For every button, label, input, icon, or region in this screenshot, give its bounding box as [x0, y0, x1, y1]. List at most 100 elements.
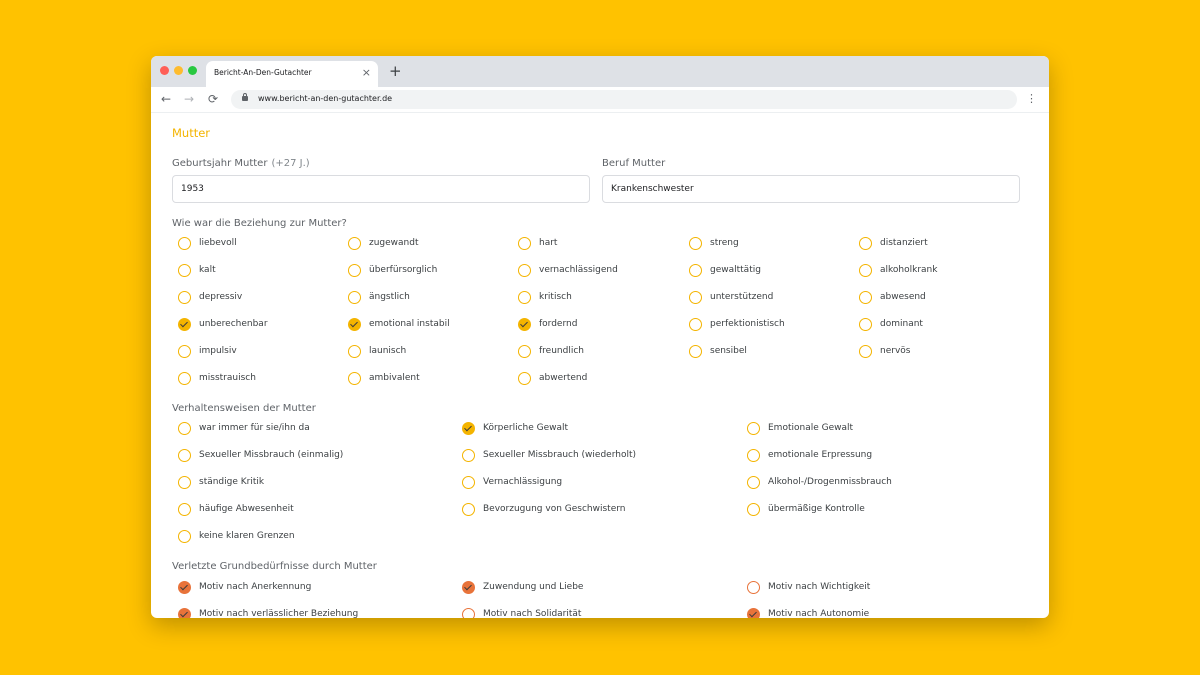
checkbox-icon[interactable] [689, 345, 702, 358]
checkbox-icon[interactable] [689, 264, 702, 277]
checkbox-icon[interactable] [462, 476, 475, 489]
checkbox-icon[interactable] [462, 449, 475, 462]
relationship-label: Wie war die Beziehung zur Mutter? [172, 218, 347, 229]
checkbox-icon[interactable] [462, 608, 475, 618]
checkbox-icon[interactable] [518, 372, 531, 385]
checkbox-label: emotionale Erpressung [768, 450, 873, 460]
checkbox-label: distanziert [880, 238, 928, 248]
checkbox-label: misstrauisch [199, 373, 256, 383]
checkbox-label: Motiv nach Autonomie [768, 609, 870, 618]
needs-label: Verletzte Grundbedürfnisse durch Mutter [172, 561, 377, 572]
minimize-window-button[interactable] [174, 66, 183, 75]
form-area: Mutter Geburtsjahr Mutter (+27 J.) 1953 B… [151, 112, 1049, 618]
checkbox-label: überfürsorglich [369, 265, 438, 275]
checkbox-label: kritisch [539, 292, 572, 302]
checkbox-icon[interactable] [178, 264, 191, 277]
checkbox-icon[interactable] [348, 291, 361, 304]
checkbox-icon[interactable] [462, 503, 475, 516]
checkbox-label: übermäßige Kontrolle [768, 504, 865, 514]
tab-title: Bericht-An-Den-Gutachter [214, 68, 312, 77]
checkbox-icon[interactable] [178, 530, 191, 543]
reload-icon[interactable]: ⟳ [208, 91, 218, 107]
checkbox-icon[interactable] [689, 291, 702, 304]
job-input[interactable]: Krankenschwester [602, 175, 1020, 203]
checkbox-icon[interactable] [178, 422, 191, 435]
checkbox-checked-icon[interactable] [747, 608, 760, 618]
checkbox-icon[interactable] [178, 449, 191, 462]
checkbox-icon[interactable] [518, 345, 531, 358]
url-text: www.bericht-an-den-gutachter.de [258, 94, 393, 103]
checkbox-checked-icon[interactable] [178, 581, 191, 594]
checkbox-icon[interactable] [747, 503, 760, 516]
checkbox-label: Emotionale Gewalt [768, 423, 854, 433]
checkbox-checked-icon[interactable] [462, 581, 475, 594]
checkbox-label: alkoholkrank [880, 265, 938, 275]
checkbox-label: abwertend [539, 373, 588, 383]
checkbox-label: war immer für sie/ihn da [199, 423, 310, 433]
checkbox-icon[interactable] [348, 264, 361, 277]
checkbox-label: unberechenbar [199, 319, 268, 329]
checkbox-icon[interactable] [178, 237, 191, 250]
checkbox-label: Bevorzugung von Geschwistern [483, 504, 626, 514]
checkbox-label: Sexueller Missbrauch (wiederholt) [483, 450, 636, 460]
checkbox-label: Zuwendung und Liebe [483, 582, 584, 592]
checkbox-icon[interactable] [348, 237, 361, 250]
checkbox-icon[interactable] [859, 264, 872, 277]
section-title: Mutter [172, 126, 211, 140]
checkbox-icon[interactable] [747, 422, 760, 435]
checkbox-icon[interactable] [747, 476, 760, 489]
checkbox-label: ängstlich [369, 292, 410, 302]
birth-year-label: Geburtsjahr Mutter (+27 J.) [172, 158, 310, 169]
checkbox-icon[interactable] [178, 476, 191, 489]
checkbox-label: Motiv nach Solidarität [483, 609, 582, 618]
checkbox-icon[interactable] [859, 318, 872, 331]
birth-year-input[interactable]: 1953 [172, 175, 590, 203]
lock-icon [242, 93, 248, 101]
checkbox-icon[interactable] [689, 237, 702, 250]
checkbox-label: Sexueller Missbrauch (einmalig) [199, 450, 344, 460]
birth-year-label-text: Geburtsjahr Mutter [172, 158, 268, 169]
checkbox-checked-icon[interactable] [178, 318, 191, 331]
checkbox-label: nervös [880, 346, 911, 356]
maximize-window-button[interactable] [188, 66, 197, 75]
checkbox-icon[interactable] [178, 503, 191, 516]
checkbox-label: Körperliche Gewalt [483, 423, 569, 433]
browser-tab[interactable]: Bericht-An-Den-Gutachter × [206, 61, 378, 87]
checkbox-icon[interactable] [348, 345, 361, 358]
checkbox-icon[interactable] [689, 318, 702, 331]
checkbox-icon[interactable] [178, 291, 191, 304]
checkbox-checked-icon[interactable] [462, 422, 475, 435]
checkbox-icon[interactable] [518, 237, 531, 250]
checkbox-label: Alkohol-/Drogenmissbrauch [768, 477, 892, 487]
new-tab-icon[interactable]: + [389, 62, 402, 80]
checkbox-icon[interactable] [178, 372, 191, 385]
close-tab-icon[interactable]: × [362, 66, 371, 80]
checkbox-icon[interactable] [747, 449, 760, 462]
checkbox-icon[interactable] [348, 372, 361, 385]
browser-menu-icon[interactable]: ⋮ [1026, 93, 1037, 105]
checkbox-label: ambivalent [369, 373, 420, 383]
birth-year-hint: (+27 J.) [271, 158, 310, 169]
checkbox-label: Vernachlässigung [483, 477, 563, 487]
checkbox-label: Motiv nach Wichtigkeit [768, 582, 871, 592]
checkbox-label: unterstützend [710, 292, 774, 302]
checkbox-checked-icon[interactable] [348, 318, 361, 331]
checkbox-icon[interactable] [859, 345, 872, 358]
address-bar[interactable]: www.bericht-an-den-gutachter.de [231, 90, 1017, 109]
checkbox-label: ständige Kritik [199, 477, 265, 487]
checkbox-label: launisch [369, 346, 407, 356]
forward-arrow-icon[interactable]: → [184, 91, 194, 107]
checkbox-label: keine klaren Grenzen [199, 531, 295, 541]
checkbox-icon[interactable] [859, 237, 872, 250]
checkbox-icon[interactable] [518, 291, 531, 304]
checkbox-icon[interactable] [518, 264, 531, 277]
checkbox-icon[interactable] [859, 291, 872, 304]
checkbox-checked-icon[interactable] [178, 608, 191, 618]
checkbox-icon[interactable] [178, 345, 191, 358]
close-window-button[interactable] [160, 66, 169, 75]
checkbox-checked-icon[interactable] [518, 318, 531, 331]
checkbox-icon[interactable] [747, 581, 760, 594]
checkbox-label: Motiv nach verlässlicher Beziehung [199, 609, 359, 618]
checkbox-label: kalt [199, 265, 216, 275]
back-arrow-icon[interactable]: ← [161, 91, 171, 107]
